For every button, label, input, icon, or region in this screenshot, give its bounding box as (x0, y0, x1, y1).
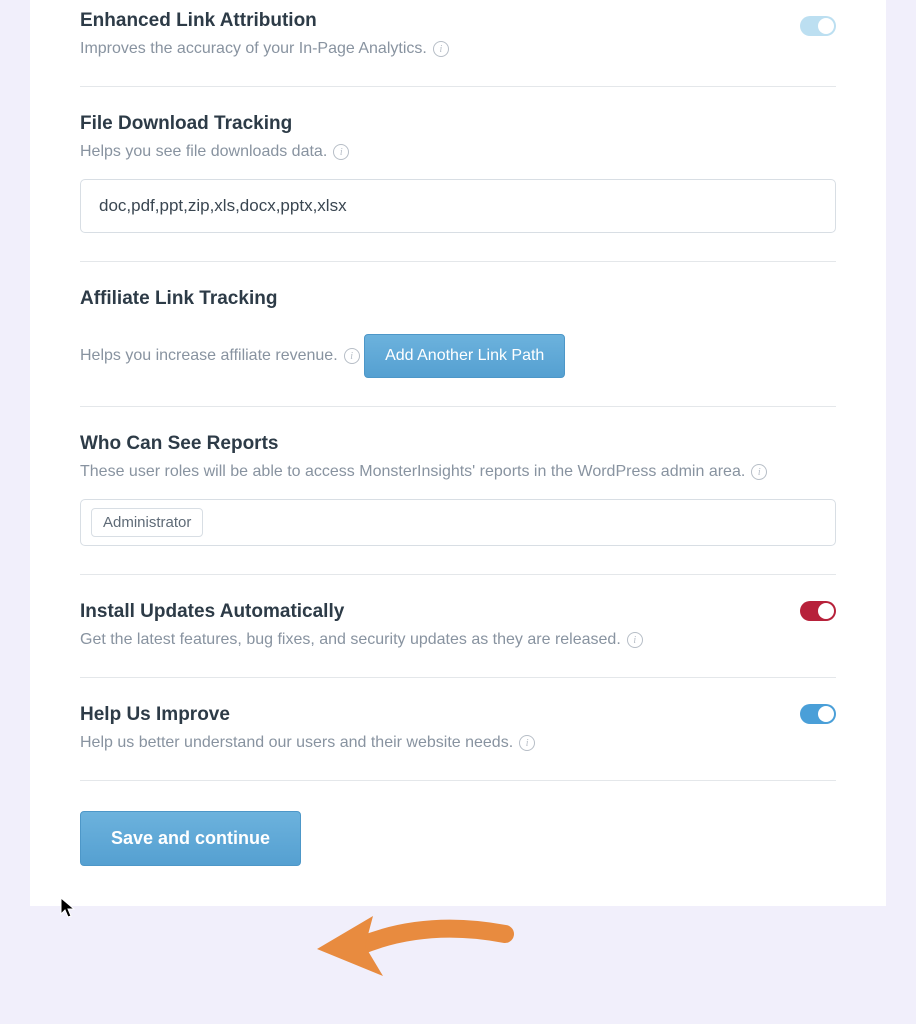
annotation-arrow-icon (315, 904, 515, 994)
save-and-continue-button[interactable]: Save and continue (80, 811, 301, 866)
info-icon[interactable]: i (751, 464, 767, 480)
file-extensions-input[interactable] (80, 179, 836, 233)
info-icon[interactable]: i (333, 144, 349, 160)
section-who-can-see-reports: Who Can See Reports These user roles wil… (80, 406, 836, 574)
section-desc: Help us better understand our users and … (80, 734, 535, 752)
toggle-install-updates[interactable] (800, 601, 836, 621)
section-install-updates: Install Updates Automatically Get the la… (80, 574, 836, 677)
toggle-help-us-improve[interactable] (800, 704, 836, 724)
info-icon[interactable]: i (433, 41, 449, 57)
section-title: Help Us Improve (80, 704, 836, 726)
toggle-knob (818, 706, 834, 722)
info-icon[interactable]: i (344, 348, 360, 364)
toggle-enhanced-link-attribution[interactable] (800, 16, 836, 36)
section-title: Who Can See Reports (80, 433, 836, 455)
footer: Save and continue (80, 780, 836, 866)
section-desc: These user roles will be able to access … (80, 463, 767, 481)
section-desc: Get the latest features, bug fixes, and … (80, 631, 643, 649)
toggle-knob (818, 603, 834, 619)
section-title: Install Updates Automatically (80, 601, 836, 623)
section-title: Affiliate Link Tracking (80, 288, 836, 310)
info-icon[interactable]: i (627, 632, 643, 648)
settings-card: Enhanced Link Attribution Improves the a… (30, 0, 886, 906)
section-title: Enhanced Link Attribution (80, 10, 836, 32)
section-file-download-tracking: File Download Tracking Helps you see fil… (80, 86, 836, 261)
info-icon[interactable]: i (519, 735, 535, 751)
toggle-knob (818, 18, 834, 34)
section-desc: Helps you increase affiliate revenue. i (80, 347, 360, 365)
section-enhanced-link-attribution: Enhanced Link Attribution Improves the a… (80, 0, 836, 86)
section-help-us-improve: Help Us Improve Help us better understan… (80, 677, 836, 780)
section-desc: Improves the accuracy of your In-Page An… (80, 40, 449, 58)
add-link-path-button[interactable]: Add Another Link Path (364, 334, 565, 378)
section-desc: Helps you see file downloads data. i (80, 143, 349, 161)
user-roles-field[interactable]: Administrator (80, 499, 836, 546)
role-tag-administrator[interactable]: Administrator (91, 508, 203, 537)
section-affiliate-link-tracking: Affiliate Link Tracking Helps you increa… (80, 261, 836, 406)
section-title: File Download Tracking (80, 113, 836, 135)
